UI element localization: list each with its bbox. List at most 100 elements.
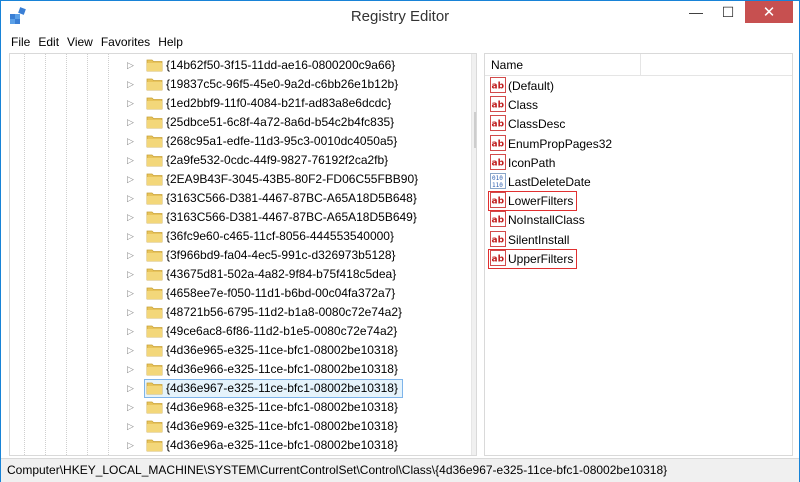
values-pane[interactable]: Name ab (Default) ab Class ab ClassDesc ab Enum…: [484, 53, 793, 456]
tree-item[interactable]: ▷ {49ce6ac8-6f86-11d2-b1e5-0080c72e74a2}: [10, 322, 465, 341]
tree-item[interactable]: ▷ {3f966bd9-fa04-4ec5-991c-d326973b5128}: [10, 246, 465, 265]
registry-value-row[interactable]: ab SilentInstall: [485, 230, 785, 249]
expand-arrow-icon[interactable]: ▷: [127, 402, 137, 412]
folder-icon: [146, 287, 163, 300]
expand-arrow-icon[interactable]: ▷: [127, 307, 137, 317]
folder-icon: [146, 439, 163, 452]
expand-arrow-icon[interactable]: ▷: [127, 326, 137, 336]
menu-file[interactable]: File: [7, 35, 34, 49]
tree-item[interactable]: ▷ {48721b56-6795-11d2-b1a8-0080c72e74a2}: [10, 303, 465, 322]
string-value-icon: ab: [490, 77, 506, 93]
tree-item-label: {14b62f50-3f15-11dd-ae16-0800200c9a66}: [166, 58, 396, 72]
tree-item[interactable]: ▷ {4d36e967-e325-11ce-bfc1-08002be10318}: [10, 379, 465, 398]
values-column-header[interactable]: Name: [485, 54, 792, 76]
svg-text:010: 010: [492, 175, 503, 182]
expand-arrow-icon[interactable]: ▷: [127, 250, 137, 260]
expand-arrow-icon[interactable]: ▷: [127, 60, 137, 70]
tree-item[interactable]: ▷ {4d36e968-e325-11ce-bfc1-08002be10318}: [10, 398, 465, 417]
menu-help[interactable]: Help: [154, 35, 187, 49]
scroll-up-arrow-icon[interactable]: ▲: [472, 54, 476, 70]
expand-arrow-icon[interactable]: ▷: [127, 79, 137, 89]
folder-icon: [146, 268, 163, 281]
menu-favorites[interactable]: Favorites: [97, 35, 154, 49]
tree-item[interactable]: ▷ {4d36e96a-e325-11ce-bfc1-08002be10318}: [10, 436, 465, 455]
registry-value-row[interactable]: ab NoInstallClass: [485, 210, 785, 229]
column-separator[interactable]: [640, 54, 641, 76]
registry-value-row[interactable]: ab (Default): [485, 76, 785, 95]
registry-value-row[interactable]: 010 110 LastDeleteDate: [485, 172, 785, 191]
registry-value-row[interactable]: ab LowerFilters: [485, 191, 785, 212]
window-title: Registry Editor: [350, 8, 450, 25]
tree-vertical-scrollbar[interactable]: ▲ ▼: [471, 54, 476, 455]
svg-text:ab: ab: [492, 197, 505, 207]
tree-item[interactable]: ▷ {4d36e965-e325-11ce-bfc1-08002be10318}: [10, 341, 465, 360]
tree-item[interactable]: ▷ {1ed2bbf9-11f0-4084-b21f-ad83a8e6dcdc}: [10, 94, 465, 113]
tree-item[interactable]: ▷ {14b62f50-3f15-11dd-ae16-0800200c9a66}: [10, 56, 465, 75]
minimize-button[interactable]: —: [681, 1, 711, 23]
folder-icon: [146, 230, 163, 243]
folder-icon: [146, 116, 163, 129]
svg-text:ab: ab: [492, 216, 505, 226]
column-name-label[interactable]: Name: [491, 58, 523, 72]
tree-item[interactable]: ▷ {25dbce51-6c8f-4a72-8a6d-b54c2b4fc835}: [10, 113, 465, 132]
registry-value-row[interactable]: ab EnumPropPages32: [485, 134, 785, 153]
expand-arrow-icon[interactable]: ▷: [127, 421, 137, 431]
tree-item[interactable]: ▷ {4d36e969-e325-11ce-bfc1-08002be10318}: [10, 417, 465, 436]
expand-arrow-icon[interactable]: ▷: [127, 364, 137, 374]
svg-text:110: 110: [492, 182, 503, 189]
expand-arrow-icon[interactable]: ▷: [127, 117, 137, 127]
tree-item-label: {36fc9e60-c465-11cf-8056-444553540000}: [166, 229, 394, 243]
svg-text:ab: ab: [492, 139, 505, 149]
menu-edit[interactable]: Edit: [34, 35, 63, 49]
string-value-icon: ab: [490, 192, 506, 209]
tree-item[interactable]: ▷ {2a9fe532-0cdc-44f9-9827-76192f2ca2fb}: [10, 151, 465, 170]
tree-item[interactable]: ▷ {3163C566-D381-4467-87BC-A65A18D5B648}: [10, 189, 465, 208]
expand-arrow-icon[interactable]: ▷: [127, 269, 137, 279]
expand-arrow-icon[interactable]: ▷: [127, 288, 137, 298]
menu-view[interactable]: View: [63, 35, 97, 49]
tree-item[interactable]: ▷ {43675d81-502a-4a82-9f84-b75f418c5dea}: [10, 265, 465, 284]
tree-item[interactable]: ▷ {36fc9e60-c465-11cf-8056-444553540000}: [10, 227, 465, 246]
folder-icon: [146, 97, 163, 110]
string-value-icon: ab: [490, 153, 506, 170]
scrollbar-thumb[interactable]: [474, 112, 476, 148]
title-bar[interactable]: Registry Editor — ☐ ✕: [1, 1, 799, 31]
tree-item[interactable]: ▷ {268c95a1-edfe-11d3-95c3-0010dc4050a5}: [10, 132, 465, 151]
expand-arrow-icon[interactable]: ▷: [127, 98, 137, 108]
scroll-down-arrow-icon[interactable]: ▼: [472, 441, 476, 455]
registry-value-row[interactable]: ab UpperFilters: [485, 248, 785, 269]
registry-value-row[interactable]: ab ClassDesc: [485, 114, 785, 133]
tree-item[interactable]: ▷ {3163C566-D381-4467-87BC-A65A18D5B649}: [10, 208, 465, 227]
registry-value-name: SilentInstall: [508, 232, 570, 247]
folder-icon: [146, 344, 163, 357]
svg-text:ab: ab: [492, 82, 505, 92]
expand-arrow-icon[interactable]: ▷: [127, 231, 137, 241]
tree-item[interactable]: ▷ {19837c5c-96f5-45e0-9a2d-c6bb26e1b12b}: [10, 75, 465, 94]
expand-arrow-icon[interactable]: ▷: [127, 136, 137, 146]
tree-item[interactable]: ▷ {4658ee7e-f050-11d1-b6bd-00c04fa372a7}: [10, 284, 465, 303]
expand-arrow-icon[interactable]: ▷: [127, 345, 137, 355]
tree-item-label: {1ed2bbf9-11f0-4084-b21f-ad83a8e6dcdc}: [166, 96, 392, 110]
expand-arrow-icon[interactable]: ▷: [127, 193, 137, 203]
registry-value-row[interactable]: ab Class: [485, 95, 785, 114]
tree-item[interactable]: ▷ {2EA9B43F-3045-43B5-80F2-FD06C55FBB90}: [10, 170, 465, 189]
maximize-button[interactable]: ☐: [713, 1, 743, 23]
tree-item-label: {4d36e968-e325-11ce-bfc1-08002be10318}: [166, 400, 398, 414]
expand-arrow-icon[interactable]: ▷: [127, 383, 137, 393]
registry-value-name: LowerFilters: [508, 194, 574, 209]
folder-icon: [146, 306, 163, 319]
expand-arrow-icon[interactable]: ▷: [127, 440, 137, 450]
registry-tree-pane[interactable]: ▷ {14b62f50-3f15-11dd-ae16-0800200c9a66} ▷…: [9, 53, 477, 456]
string-value-icon: ab: [490, 230, 506, 247]
expand-arrow-icon[interactable]: ▷: [127, 174, 137, 184]
string-value-icon: ab: [490, 249, 506, 266]
registry-value-name: UpperFilters: [508, 251, 574, 266]
expand-arrow-icon[interactable]: ▷: [127, 155, 137, 165]
svg-text:ab: ab: [492, 235, 505, 245]
folder-icon: [146, 154, 163, 167]
close-button[interactable]: ✕: [745, 1, 793, 23]
svg-text:ab: ab: [492, 120, 505, 130]
tree-item[interactable]: ▷ {4d36e966-e325-11ce-bfc1-08002be10318}: [10, 360, 465, 379]
registry-value-row[interactable]: ab IconPath: [485, 153, 785, 172]
expand-arrow-icon[interactable]: ▷: [127, 212, 137, 222]
